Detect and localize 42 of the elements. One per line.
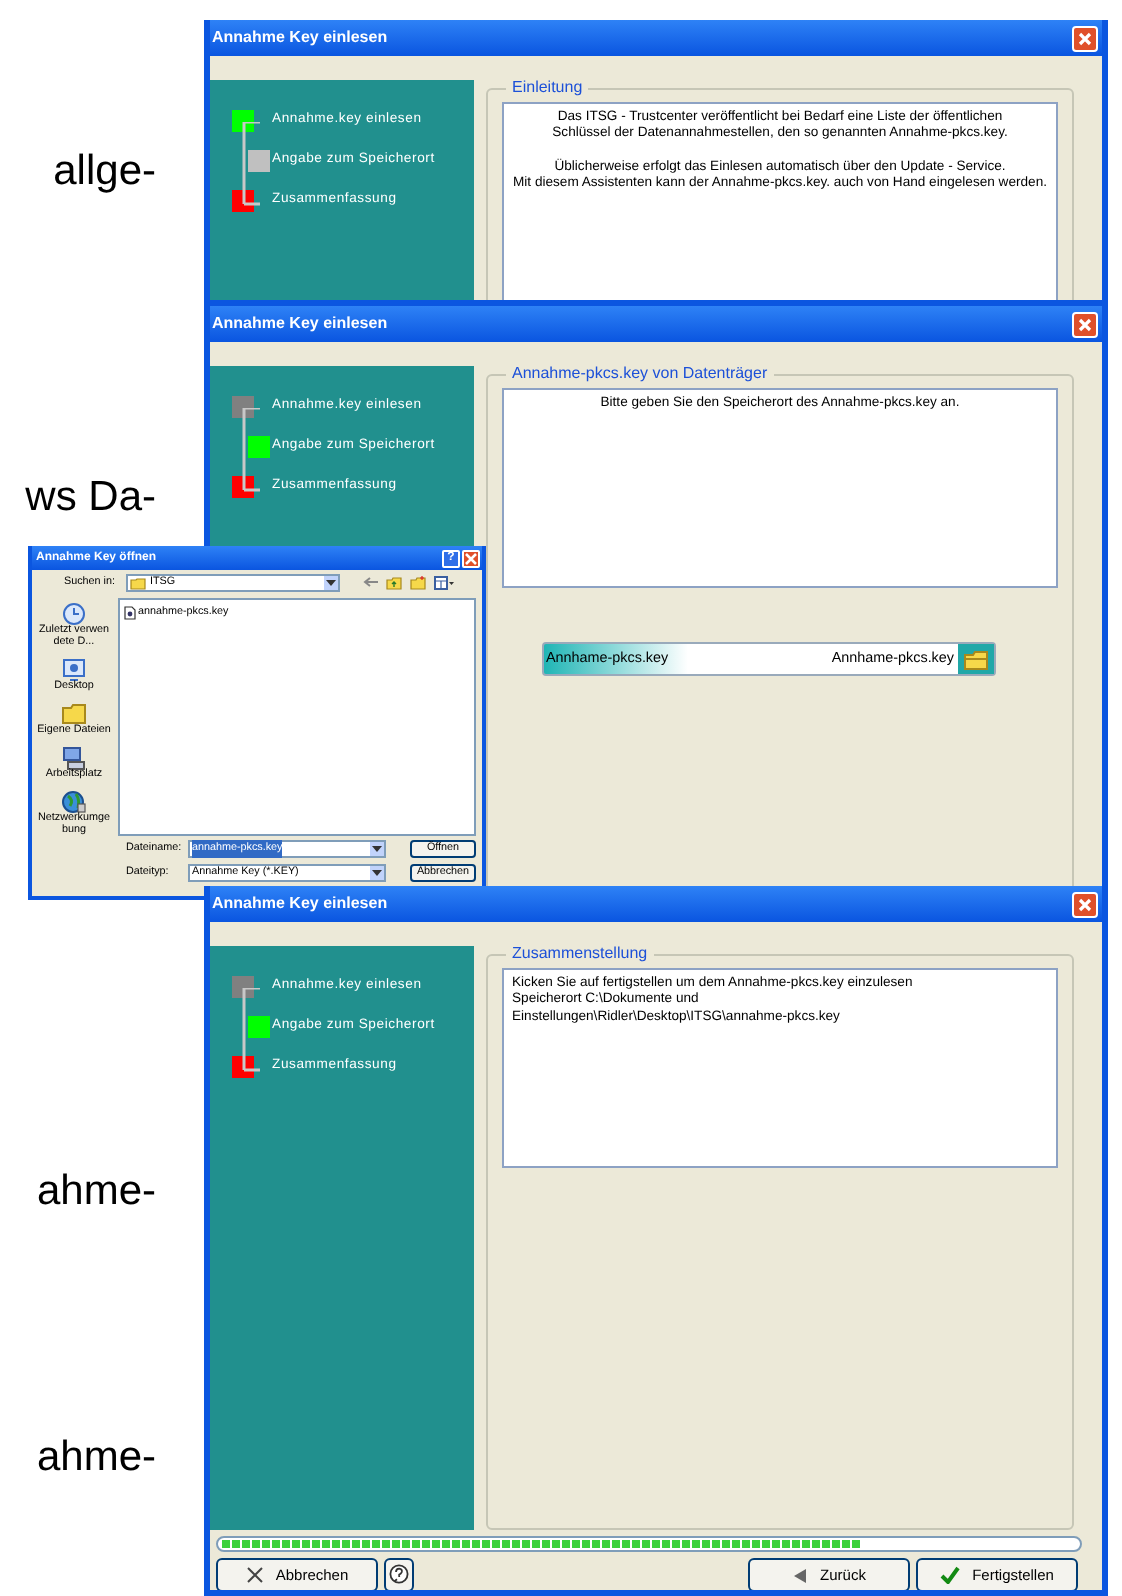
checkmark-icon — [940, 1566, 961, 1584]
view-menu-icon[interactable] — [434, 576, 454, 590]
folder-up-icon[interactable] — [386, 576, 402, 590]
connector-line — [242, 988, 262, 1072]
back-arrow-icon[interactable] — [362, 576, 378, 588]
clock-icon — [62, 602, 86, 626]
folder-icon — [130, 577, 146, 589]
body-text: ahme- — [36, 1436, 156, 1478]
window-title: Annahme Key einlesen — [212, 312, 388, 336]
folder-icon — [964, 649, 988, 669]
close-button[interactable] — [1072, 891, 1098, 917]
body-text: ahme- — [36, 1170, 156, 1212]
section-title: Einleitung — [510, 80, 585, 96]
body-text: allge- — [53, 150, 156, 192]
close-icon — [464, 551, 478, 565]
connector-line — [242, 122, 262, 206]
body-text: ws Da- — [25, 476, 156, 518]
close-icon — [245, 1566, 264, 1584]
close-icon — [1076, 29, 1094, 47]
caret-icon — [326, 580, 336, 586]
computer-icon — [62, 745, 86, 770]
connector-line — [242, 408, 262, 492]
browse-button[interactable] — [958, 644, 994, 674]
window-title: Annahme Key einlesen — [212, 26, 388, 50]
section-title: Zusammenstellung — [510, 946, 650, 962]
folder-icon — [62, 701, 86, 726]
close-button[interactable] — [1072, 311, 1098, 337]
new-folder-icon[interactable] — [410, 576, 426, 590]
close-icon — [1076, 315, 1094, 333]
help-button[interactable] — [384, 1558, 414, 1590]
close-button[interactable] — [462, 549, 480, 567]
window-title: Annahme Key einlesen — [212, 892, 388, 916]
close-button[interactable] — [1072, 25, 1098, 51]
help-icon — [388, 1564, 410, 1586]
caret-icon — [372, 870, 382, 876]
file-icon — [124, 605, 136, 620]
close-icon — [1076, 895, 1094, 913]
section-title: Annahme-pkcs.key von Datenträger — [510, 366, 770, 382]
caret-icon — [372, 846, 382, 852]
left-triangle-icon — [792, 1567, 809, 1583]
globe-icon — [62, 789, 86, 814]
desktop-icon — [62, 657, 86, 682]
